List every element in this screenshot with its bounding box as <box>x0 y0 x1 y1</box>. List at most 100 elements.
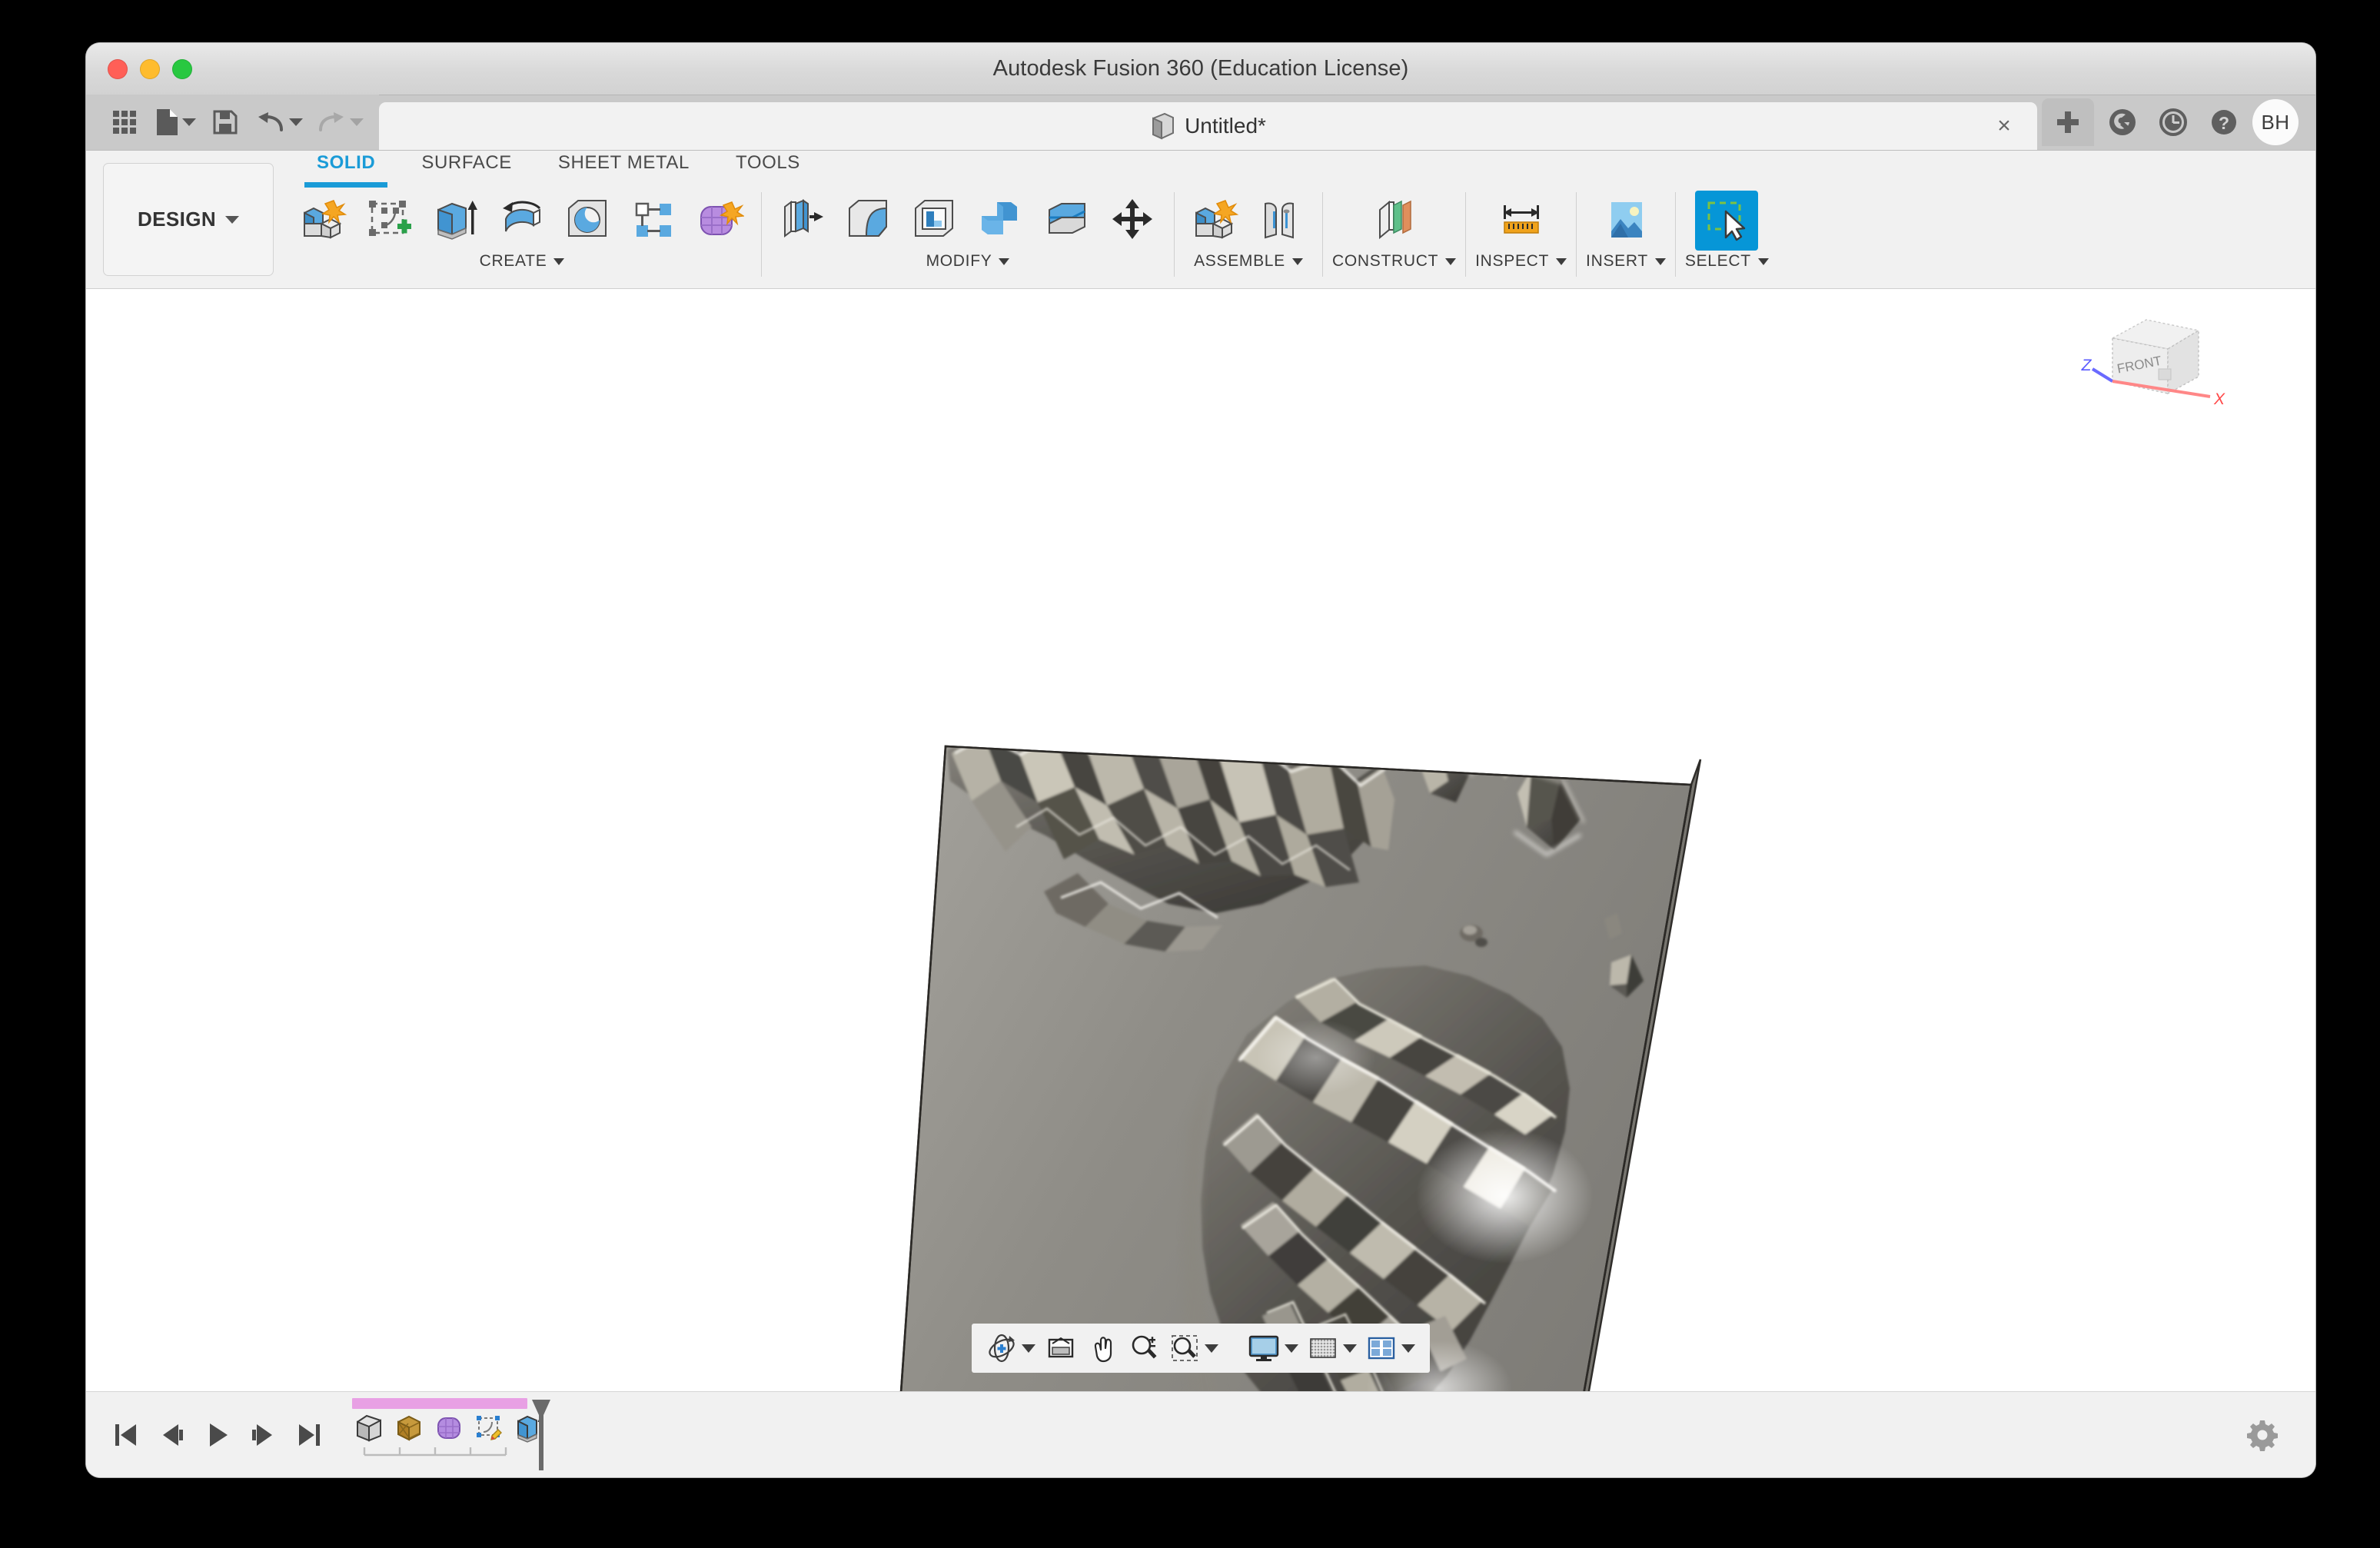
zoom-window-icon <box>1172 1335 1198 1361</box>
fillet-button[interactable] <box>837 191 900 251</box>
shell-button[interactable] <box>903 191 966 251</box>
timeline-feature-patch[interactable] <box>352 1411 386 1445</box>
job-status-button[interactable] <box>2100 100 2145 145</box>
select-button[interactable] <box>1695 191 1759 251</box>
timeline-feature-box[interactable] <box>392 1411 426 1445</box>
modify-caret-icon <box>999 257 1010 265</box>
recent-activity-button[interactable] <box>2151 100 2196 145</box>
viewports-button[interactable] <box>1362 1327 1419 1370</box>
job-status-icon <box>2109 109 2136 135</box>
timeline-marker[interactable] <box>530 1398 552 1472</box>
workspace-caret-icon <box>225 215 240 224</box>
group-modify-label[interactable]: MODIFY <box>926 252 1010 271</box>
revolve-button[interactable] <box>490 191 553 251</box>
help-button[interactable]: ? <box>2202 100 2246 145</box>
tab-solid[interactable]: SOLID <box>294 152 398 188</box>
display-settings-caret-icon <box>1285 1344 1298 1353</box>
group-inspect: INSPECT <box>1475 188 1567 271</box>
press-pull-button[interactable] <box>771 191 834 251</box>
tab-surface[interactable]: SURFACE <box>398 152 535 188</box>
viewports-caret-icon <box>1401 1344 1415 1353</box>
timeline[interactable] <box>352 1397 550 1472</box>
show-data-panel-button[interactable] <box>103 101 146 144</box>
save-icon <box>213 110 238 135</box>
recent-activity-clock-icon <box>2159 108 2187 136</box>
group-create: CREATE <box>292 188 752 271</box>
new-component-icon <box>304 200 347 239</box>
quick-access-toolbar <box>86 95 379 150</box>
redo-caret-icon <box>350 118 364 126</box>
box-crate-icon <box>397 1415 420 1441</box>
file-menu-button[interactable] <box>149 101 201 144</box>
step-forward-button[interactable] <box>249 1419 278 1451</box>
file-caret-icon <box>182 118 196 126</box>
group-construct-label[interactable]: CONSTRUCT <box>1332 252 1457 271</box>
avatar-initials: BH <box>2261 110 2290 134</box>
new-component-button[interactable] <box>292 191 355 251</box>
ribbon-separator <box>1674 192 1676 277</box>
step-back-button[interactable] <box>157 1419 186 1451</box>
go-to-end-button[interactable] <box>295 1419 324 1451</box>
terrain-relief-plate-model <box>899 745 1702 1391</box>
viewport-canvas[interactable]: FRONT Z X <box>86 289 2315 1391</box>
timeline-feature-list <box>352 1411 546 1445</box>
ribbon-tab-bar: SOLID SURFACE SHEET METAL TOOLS <box>274 151 2315 188</box>
redo-button[interactable] <box>311 101 368 144</box>
orbit-button[interactable] <box>982 1327 1039 1370</box>
rectangular-pattern-button[interactable] <box>623 191 686 251</box>
new-tab-button[interactable] <box>2042 98 2094 146</box>
group-insert-label[interactable]: INSERT <box>1586 252 1666 271</box>
offset-plane-icon <box>1378 200 1411 240</box>
timeline-group-bar[interactable] <box>352 1397 527 1409</box>
go-to-end-icon <box>299 1423 320 1446</box>
hole-icon <box>568 200 607 237</box>
zoom-window-button[interactable] <box>1165 1327 1222 1370</box>
offset-plane-button[interactable] <box>1363 191 1426 251</box>
inspect-caret-icon <box>1556 257 1567 265</box>
zoom-button[interactable] <box>1124 1327 1164 1370</box>
group-create-label[interactable]: CREATE <box>480 252 565 271</box>
group-select-label[interactable]: SELECT <box>1685 252 1769 271</box>
timeline-marker-icon <box>532 1399 550 1470</box>
select-caret-icon <box>1757 257 1769 265</box>
save-button[interactable] <box>204 101 247 144</box>
press-pull-icon <box>784 199 823 238</box>
settings-button[interactable] <box>2243 1416 2282 1454</box>
pan-button[interactable] <box>1082 1327 1122 1370</box>
undo-button[interactable] <box>250 101 307 144</box>
combine-button[interactable] <box>969 191 1032 251</box>
play-button[interactable] <box>203 1419 232 1451</box>
timeline-feature-sketch[interactable] <box>472 1411 506 1445</box>
create-form-button[interactable] <box>689 191 752 251</box>
close-tab-button[interactable]: × <box>1991 113 2017 139</box>
measure-button[interactable] <box>1490 191 1553 251</box>
plus-icon <box>2057 111 2079 133</box>
grid-snaps-button[interactable] <box>1304 1327 1361 1370</box>
workspace-selector[interactable]: DESIGN <box>103 163 274 276</box>
extrude-button[interactable] <box>424 191 487 251</box>
window-title: Autodesk Fusion 360 (Education License) <box>992 56 1409 81</box>
display-settings-button[interactable] <box>1244 1327 1302 1370</box>
user-avatar[interactable]: BH <box>2252 99 2299 145</box>
split-face-button[interactable] <box>1035 191 1099 251</box>
insert-image-button[interactable] <box>1594 191 1657 251</box>
timeline-feature-form[interactable] <box>432 1411 466 1445</box>
orbit-icon <box>989 1334 1015 1363</box>
move-copy-button[interactable] <box>1102 191 1165 251</box>
tab-sheet-metal[interactable]: SHEET METAL <box>535 152 713 188</box>
hole-button[interactable] <box>557 191 620 251</box>
create-sketch-button[interactable] <box>358 191 421 251</box>
group-inspect-label[interactable]: INSPECT <box>1475 252 1567 271</box>
look-at-icon <box>1048 1337 1074 1358</box>
file-icon <box>157 109 178 135</box>
document-tab[interactable]: Untitled* × <box>379 102 2037 150</box>
joint-button[interactable] <box>1250 191 1313 251</box>
go-to-beginning-button[interactable] <box>111 1419 140 1451</box>
orbit-caret-icon <box>1022 1344 1035 1353</box>
tab-tools[interactable]: TOOLS <box>713 152 823 188</box>
group-select: SELECT <box>1685 188 1769 271</box>
new-component-assemble-button[interactable] <box>1184 191 1247 251</box>
group-assemble-label[interactable]: ASSEMBLE <box>1194 252 1303 271</box>
look-at-button[interactable] <box>1041 1327 1081 1370</box>
patch-surface-icon <box>357 1414 381 1441</box>
